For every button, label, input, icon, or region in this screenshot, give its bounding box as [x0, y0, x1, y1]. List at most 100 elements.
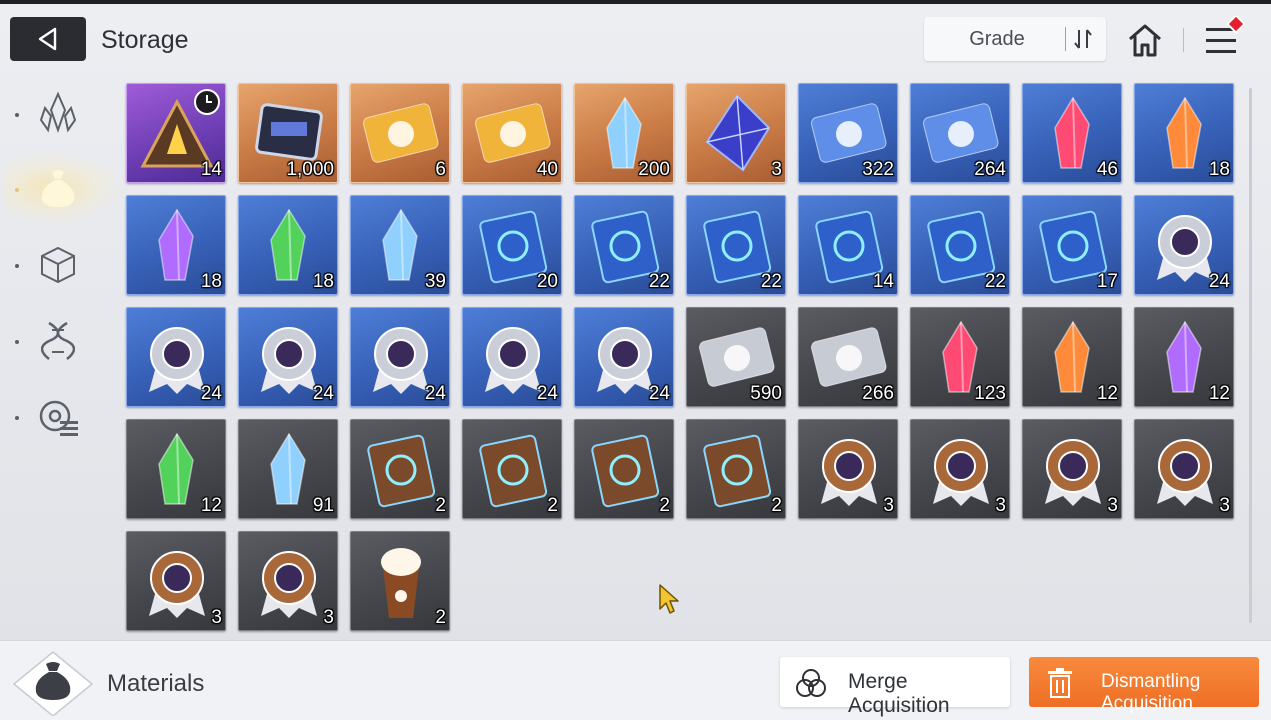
sidebar-item-crystals[interactable] [30, 85, 86, 141]
merge-acquisition-label: Merge Acquisition [848, 670, 950, 717]
sidebar-dot [15, 113, 19, 117]
item-quantity: 590 [750, 383, 782, 404]
inventory-slot-silver-weapon-ticket[interactable]: 266 [798, 307, 898, 407]
home-icon[interactable] [1126, 21, 1164, 59]
sidebar-item-settings[interactable] [30, 390, 86, 446]
item-quantity: 123 [974, 383, 1006, 404]
item-quantity: 18 [312, 271, 334, 292]
item-quantity: 3 [883, 495, 894, 516]
sort-order-icon[interactable] [1072, 27, 1094, 51]
sidebar-item-modules[interactable] [30, 237, 86, 293]
sidebar-dot [15, 340, 19, 344]
inventory-slot-bronze-medal-shield[interactable]: 3 [910, 419, 1010, 519]
sort-grade-button[interactable]: Grade [924, 17, 1106, 61]
inventory-slot-ice-shard[interactable]: 91 [238, 419, 338, 519]
merge-icon [796, 669, 826, 697]
crystal-cluster-icon [39, 91, 77, 134]
inventory-slot-green-shard[interactable]: 12 [126, 419, 226, 519]
inventory-slot-red-shard[interactable]: 123 [910, 307, 1010, 407]
inventory-slot-purple-shard[interactable]: 12 [1134, 307, 1234, 407]
item-quantity: 18 [200, 271, 222, 292]
inventory-slot-fire-crystal[interactable]: 18 [1134, 83, 1234, 183]
inventory-slot-medal-shield[interactable]: 24 [126, 307, 226, 407]
inventory-slot-timed-pyramid-chip[interactable]: 14 [126, 83, 226, 183]
dna-icon [41, 321, 75, 360]
inventory-slot-bronze-book-bolt[interactable]: 2 [686, 419, 786, 519]
item-quantity: 2 [771, 495, 782, 516]
dismantling-acquisition-label: Dismantling Acquisition [1101, 671, 1201, 714]
inventory-slot-gold-shard-cluster[interactable]: 200 [574, 83, 674, 183]
item-quantity: 12 [200, 495, 222, 516]
inventory-slot-skill-book-target[interactable]: 22 [686, 195, 786, 295]
item-quantity: 14 [200, 159, 222, 180]
inventory-slot-skill-book-shield[interactable]: 22 [574, 195, 674, 295]
inventory-slot-silver-character-ticket[interactable]: 590 [686, 307, 786, 407]
sidebar-dot [15, 264, 19, 268]
inventory-slot-medal-cross[interactable]: 24 [350, 307, 450, 407]
inventory-slot-gold-character-ticket[interactable]: 6 [350, 83, 450, 183]
inventory-slot-purple-crystal[interactable]: 18 [126, 195, 226, 295]
sidebar-item-materials[interactable] [4, 150, 124, 226]
page-title: Storage [101, 26, 189, 54]
pouch-icon [41, 170, 75, 207]
item-quantity: 3 [1107, 495, 1118, 516]
inventory-slot-bronze-book-target[interactable]: 2 [462, 419, 562, 519]
inventory-slot-bronze-book-wings[interactable]: 2 [574, 419, 674, 519]
inventory-slot-medal-orb[interactable]: 24 [574, 307, 674, 407]
inventory-slot-skill-book-orb[interactable]: 17 [1022, 195, 1122, 295]
item-quantity: 24 [312, 383, 334, 404]
inventory-slot-medal-sword[interactable]: 24 [1134, 195, 1234, 295]
inventory-slot-ice-crystal[interactable]: 39 [350, 195, 450, 295]
inventory-slot-medal-bolt[interactable]: 24 [462, 307, 562, 407]
inventory-slot-iced-coffee-drink[interactable]: 2 [350, 531, 450, 631]
inventory-slot-green-crystal[interactable]: 18 [238, 195, 338, 295]
sidebar-dot [15, 416, 19, 420]
gear-list-icon [39, 400, 78, 436]
item-quantity: 264 [974, 159, 1006, 180]
inventory-slot-medal-target[interactable]: 24 [238, 307, 338, 407]
item-quantity: 12 [1096, 383, 1118, 404]
item-quantity: 46 [1096, 159, 1118, 180]
item-quantity: 24 [1208, 271, 1230, 292]
item-quantity: 3 [211, 607, 222, 628]
inventory-slot-data-chip[interactable]: 1,000 [238, 83, 338, 183]
item-quantity: 3 [995, 495, 1006, 516]
inventory-slot-bronze-book-shield[interactable]: 2 [350, 419, 450, 519]
inventory-slot-bronze-medal-target[interactable]: 3 [1022, 419, 1122, 519]
item-quantity: 24 [200, 383, 222, 404]
inventory-slot-gold-weapon-ticket[interactable]: 40 [462, 83, 562, 183]
pointer-cursor-icon [659, 584, 679, 614]
inventory-slot-skill-book-wings[interactable]: 14 [798, 195, 898, 295]
merge-acquisition-button[interactable]: Merge Acquisition [780, 657, 1010, 717]
item-quantity: 17 [1096, 271, 1118, 292]
menu-icon[interactable] [1204, 16, 1244, 58]
item-quantity: 2 [547, 495, 558, 516]
inventory-slot-blue-prism-core[interactable]: 3 [686, 83, 786, 183]
item-quantity: 2 [659, 495, 670, 516]
dismantling-acquisition-button[interactable]: Dismantling Acquisition [1029, 657, 1259, 714]
category-sidebar [0, 80, 124, 440]
inventory-slot-skill-book-bolt[interactable]: 22 [910, 195, 1010, 295]
inventory-slot-orange-shard[interactable]: 12 [1022, 307, 1122, 407]
item-quantity: 14 [872, 271, 894, 292]
item-quantity: 266 [862, 383, 894, 404]
inventory-slot-blue-character-ticket[interactable]: 322 [798, 83, 898, 183]
inventory-slot-red-crystal[interactable]: 46 [1022, 83, 1122, 183]
inventory-slot-blue-weapon-ticket[interactable]: 264 [910, 83, 1010, 183]
inventory-slot-bronze-medal-orb[interactable]: 3 [238, 531, 338, 631]
inventory-slot-bronze-medal-bolt[interactable]: 3 [126, 531, 226, 631]
item-quantity: 322 [862, 159, 894, 180]
inventory-slot-bronze-medal-sword[interactable]: 3 [798, 419, 898, 519]
item-quantity: 12 [1208, 383, 1230, 404]
inventory-slot-skill-book-swords[interactable]: 20 [462, 195, 562, 295]
item-quantity: 6 [435, 159, 446, 180]
item-quantity: 3 [771, 159, 782, 180]
item-quantity: 3 [323, 607, 334, 628]
back-button[interactable] [10, 17, 86, 61]
back-arrow-icon [38, 27, 57, 51]
inventory-slot-bronze-medal-cross[interactable]: 3 [1134, 419, 1234, 519]
grid-scrollbar[interactable] [1249, 88, 1252, 623]
sidebar-item-genes[interactable] [30, 313, 86, 369]
item-quantity: 24 [424, 383, 446, 404]
item-quantity: 22 [984, 271, 1006, 292]
